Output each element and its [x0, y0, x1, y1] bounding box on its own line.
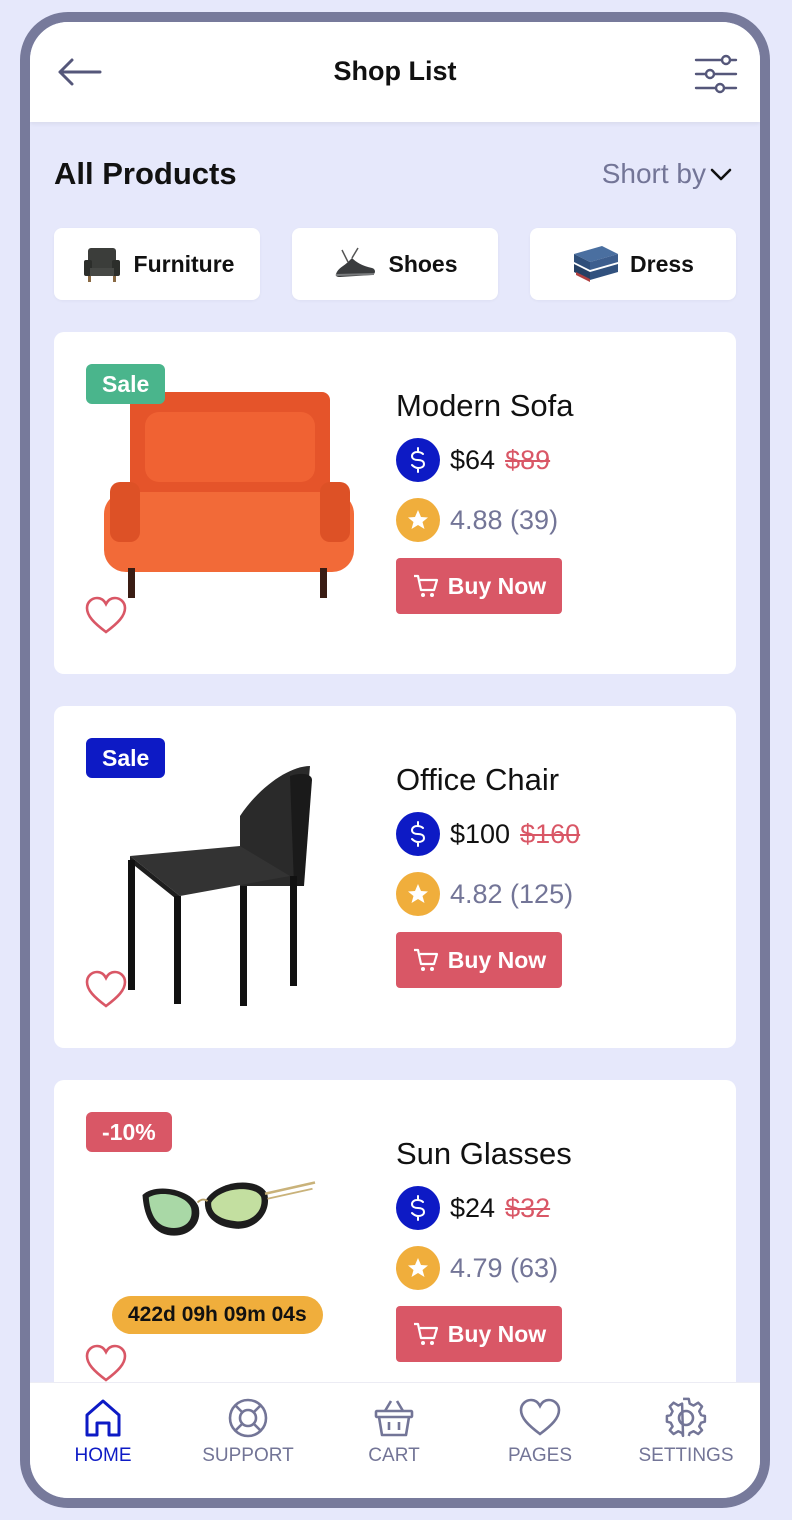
- lifebuoy-icon: [228, 1398, 268, 1438]
- armchair-icon: [83, 248, 120, 282]
- sliders-icon: [694, 54, 738, 94]
- category-label: Dress: [630, 250, 694, 277]
- price: $24: [450, 1192, 496, 1223]
- home-icon: [85, 1399, 121, 1437]
- buy-now-label: Buy Now: [447, 572, 547, 599]
- category-dress[interactable]: Dress: [530, 228, 736, 300]
- product-name: Sun Glasses: [396, 1136, 572, 1171]
- page-title: Shop List: [333, 56, 457, 86]
- product-name: Modern Sofa: [396, 388, 574, 423]
- heart-icon[interactable]: [84, 1344, 128, 1384]
- countdown-timer: 422d 09h 09m 04s: [112, 1296, 323, 1334]
- sort-label: Short by: [601, 158, 706, 189]
- section-title: All Products: [54, 156, 237, 191]
- nav-label: HOME: [74, 1445, 132, 1466]
- category-furniture[interactable]: Furniture: [54, 228, 260, 300]
- price: $64: [450, 444, 496, 475]
- rating: 4.82 (125): [450, 878, 574, 909]
- product-card[interactable]: Sale Office Chair $100 $160 4.82 (125) B…: [54, 706, 736, 1048]
- bottom-nav: HOME SUPPORT CART PAGES SETTINGS: [30, 1382, 760, 1498]
- nav-pages[interactable]: PAGES: [475, 1397, 605, 1487]
- category-label: Shoes: [388, 250, 458, 277]
- chevron-down-icon: [710, 168, 732, 181]
- app-header: Shop List: [30, 22, 760, 122]
- nav-settings[interactable]: SETTINGS: [621, 1397, 751, 1487]
- star-icon: [396, 872, 440, 916]
- badge-sale: Sale: [86, 738, 166, 778]
- buy-now-button[interactable]: Buy Now: [396, 1306, 562, 1362]
- buy-now-button[interactable]: Buy Now: [396, 558, 562, 614]
- cart-icon: [413, 948, 438, 971]
- filter-button[interactable]: [694, 52, 738, 96]
- rating-row: 4.82 (125): [396, 872, 573, 916]
- nav-label: CART: [368, 1445, 420, 1466]
- old-price: $32: [505, 1192, 551, 1223]
- category-shoes[interactable]: Shoes: [292, 228, 498, 300]
- buy-now-label: Buy Now: [447, 1320, 547, 1347]
- basket-icon: [374, 1400, 414, 1437]
- rating-row: 4.79 (63): [396, 1246, 558, 1290]
- price-row: $24 $32: [396, 1186, 550, 1230]
- product-name: Office Chair: [396, 762, 560, 797]
- price: $100: [450, 818, 511, 849]
- sort-dropdown[interactable]: Short by: [602, 158, 734, 190]
- buy-now-label: Buy Now: [447, 946, 547, 973]
- category-list: Furniture Shoes Dress: [54, 228, 736, 300]
- cart-icon: [413, 1322, 438, 1345]
- rating-row: 4.88 (39): [396, 498, 558, 542]
- heart-icon[interactable]: [84, 970, 128, 1010]
- rating: 4.88 (39): [450, 504, 559, 535]
- nav-label: PAGES: [507, 1445, 573, 1466]
- buy-now-button[interactable]: Buy Now: [396, 932, 562, 988]
- old-price: $89: [505, 444, 551, 475]
- cart-icon: [413, 574, 438, 597]
- gear-icon: [665, 1397, 707, 1438]
- product-card[interactable]: Sale Modern Sofa $64 $89 4.88 (39) Buy N…: [54, 332, 736, 674]
- dollar-icon: [396, 812, 440, 856]
- heart-icon: [519, 1398, 561, 1436]
- sofa-image: [104, 392, 354, 598]
- star-icon: [396, 1246, 440, 1290]
- nav-home[interactable]: HOME: [38, 1397, 168, 1487]
- product-card[interactable]: -10% 422d 09h 09m 04s Sun Glasses $24 $3…: [54, 1080, 736, 1422]
- nav-label: SETTINGS: [638, 1445, 734, 1466]
- dollar-icon: [396, 438, 440, 482]
- nav-support[interactable]: SUPPORT: [183, 1397, 313, 1487]
- shoe-icon: [336, 247, 376, 277]
- nav-cart[interactable]: CART: [329, 1397, 459, 1487]
- price-row: $100 $160: [396, 812, 580, 856]
- category-label: Furniture: [133, 250, 235, 277]
- old-price: $160: [520, 818, 581, 849]
- dollar-icon: [396, 1186, 440, 1230]
- star-icon: [396, 498, 440, 542]
- heart-icon[interactable]: [84, 596, 128, 636]
- nav-label: SUPPORT: [202, 1445, 294, 1466]
- badge-sale: Sale: [86, 364, 166, 404]
- badge-discount: -10%: [86, 1112, 172, 1152]
- folded-clothes-icon: [574, 246, 619, 282]
- phone-frame: Shop List All Products Short by Furnitur…: [20, 12, 770, 1508]
- rating: 4.79 (63): [450, 1252, 559, 1283]
- price-row: $64 $89: [396, 438, 550, 482]
